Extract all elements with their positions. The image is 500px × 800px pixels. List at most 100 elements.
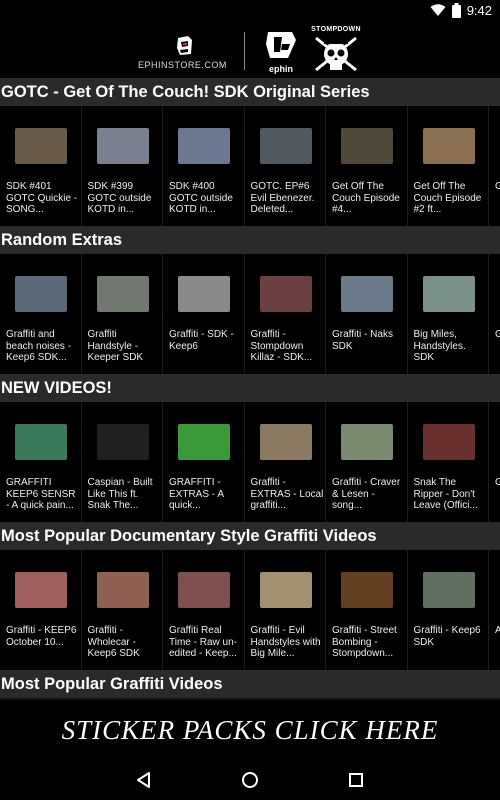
- video-thumbnail: [96, 424, 149, 460]
- video-row-gotc[interactable]: SDK #401 GOTC Quickie - SONG... SDK #399…: [0, 106, 500, 226]
- video-title: Graffiti - Craver & Lesen - song...: [332, 477, 401, 511]
- video-thumbnail: [15, 424, 67, 460]
- video-card[interactable]: SDK #400 GOTC outside KOTD in...: [163, 106, 245, 226]
- video-card[interactable]: Graffiti Real Time - Raw un-edited - Kee…: [163, 550, 245, 670]
- section-title-new-videos: NEW VIDEOS!: [0, 374, 500, 402]
- ephin-logo-text: ephin: [269, 64, 293, 74]
- video-title: Snak The Ripper - Don't Leave (Offici...: [413, 477, 478, 511]
- video-title: GRAFFITI - EXTRAS - A quick...: [169, 477, 224, 511]
- skull-icon: [315, 36, 357, 72]
- video-card[interactable]: G: [489, 254, 500, 374]
- video-title: Graffiti - EXTRAS - Local graffiti...: [250, 477, 324, 511]
- video-card[interactable]: Caspian - Built Like This ft. Snak The..…: [81, 402, 163, 522]
- ephinstore-logo[interactable]: EPHINSTORE.COM: [138, 32, 230, 72]
- video-card[interactable]: Big Miles, Handstyles. SDK: [407, 254, 489, 374]
- video-title: Graffiti - Stompdown Killaz - SDK...: [250, 329, 313, 363]
- video-card[interactable]: SDK #401 GOTC Quickie - SONG...: [0, 106, 82, 226]
- video-thumbnail: [178, 128, 230, 164]
- video-thumbnail: [341, 572, 393, 608]
- video-title: Caspian - Built Like This ft. Snak The..…: [87, 477, 153, 511]
- video-card[interactable]: Get Off The Couch Episode #4...: [326, 106, 408, 226]
- video-title: SDK #400 GOTC outside KOTD in...: [169, 181, 233, 215]
- video-thumbnail: [15, 276, 67, 312]
- video-title: G: [495, 477, 500, 488]
- sticker-packs-banner[interactable]: STICKER PACKS CLICK HERE: [0, 700, 500, 760]
- ephinstore-mark-icon: [177, 36, 192, 55]
- video-list[interactable]: GOTC - Get Of The Couch! SDK Original Se…: [0, 78, 500, 700]
- video-card[interactable]: Graffiti - Evil Handstyles with Big Mile…: [244, 550, 326, 670]
- video-title: Graffiti - Naks SDK: [332, 329, 393, 352]
- video-thumbnail: [422, 572, 475, 608]
- video-card[interactable]: Graffiti - SDK - Keep6: [163, 254, 245, 374]
- status-bar: 9:42: [0, 0, 500, 24]
- header-divider: [244, 32, 245, 70]
- video-card[interactable]: Graffiti and beach noises - Keep6 SDK...: [0, 254, 82, 374]
- video-title: A S: [495, 625, 500, 636]
- ephin-mark-icon: [266, 32, 296, 58]
- section-title-random-extras: Random Extras: [0, 226, 500, 254]
- video-card[interactable]: Graffiti Handstyle - Keeper SDK: [81, 254, 163, 374]
- video-card[interactable]: Graffiti - Craver & Lesen - song...: [326, 402, 408, 522]
- back-icon[interactable]: [134, 770, 154, 790]
- stompdown-logo[interactable]: STOMPDOWN: [310, 26, 362, 76]
- video-title: Graffiti - Wholecar - Keep6 SDK: [87, 625, 140, 659]
- video-thumbnail: [96, 128, 149, 164]
- video-card[interactable]: Graffiti - Street Bombing - Stompdown...: [326, 550, 408, 670]
- video-card[interactable]: GRAFFITI - EXTRAS - A quick...: [163, 402, 245, 522]
- status-time: 9:42: [466, 3, 492, 18]
- video-thumbnail: [341, 424, 393, 460]
- video-title: Graffiti - SDK - Keep6: [169, 329, 234, 352]
- video-title: SDK #401 GOTC Quickie - SONG...: [6, 181, 78, 215]
- video-card[interactable]: Graffiti - KEEP6 October 10...: [0, 550, 82, 670]
- navigation-bar: [0, 760, 500, 800]
- app-header: EPHINSTORE.COM ephin STOMPDOWN: [0, 24, 500, 78]
- video-card[interactable]: Graffiti - Wholecar - Keep6 SDK: [81, 550, 163, 670]
- video-thumbnail: [259, 424, 312, 460]
- video-card[interactable]: GOTC. EP#6 Evil Ebenezer. Deleted...: [244, 106, 326, 226]
- video-thumbnail: [341, 128, 393, 164]
- recents-icon[interactable]: [346, 770, 366, 790]
- video-thumbnail: [422, 424, 475, 460]
- battery-icon: [451, 3, 461, 18]
- ephin-logo[interactable]: ephin: [262, 30, 300, 74]
- section-title-gotc: GOTC - Get Of The Couch! SDK Original Se…: [0, 78, 500, 106]
- ephinstore-logo-text: EPHINSTORE.COM: [138, 60, 227, 70]
- video-card[interactable]: SDK #399 GOTC outside KOTD in...: [81, 106, 163, 226]
- video-title: Big Miles, Handstyles. SDK: [413, 329, 466, 363]
- video-title: G: [495, 181, 500, 192]
- home-icon[interactable]: [240, 770, 260, 790]
- video-title: Graffiti and beach noises - Keep6 SDK...: [6, 329, 72, 363]
- video-thumbnail: [96, 276, 149, 312]
- video-card[interactable]: G: [489, 106, 500, 226]
- video-thumbnail: [259, 128, 312, 164]
- video-row-documentary[interactable]: Graffiti - KEEP6 October 10... Graffiti …: [0, 550, 500, 670]
- video-card[interactable]: Graffiti - EXTRAS - Local graffiti...: [244, 402, 326, 522]
- video-title: Graffiti - Keep6 SDK: [413, 625, 481, 648]
- video-thumbnail: [259, 572, 312, 608]
- video-row-random-extras[interactable]: Graffiti and beach noises - Keep6 SDK...…: [0, 254, 500, 374]
- video-thumbnail: [422, 128, 475, 164]
- video-card[interactable]: A S: [489, 550, 500, 670]
- video-card[interactable]: Snak The Ripper - Don't Leave (Offici...: [407, 402, 489, 522]
- video-card[interactable]: Get Off The Couch Episode #2 ft...: [407, 106, 489, 226]
- video-card[interactable]: G: [489, 402, 500, 522]
- sticker-packs-label: STICKER PACKS CLICK HERE: [61, 714, 439, 745]
- status-icons: 9:42: [430, 3, 492, 18]
- video-title: Graffiti - Street Bombing - Stompdown...: [332, 625, 397, 659]
- video-title: Graffiti Handstyle - Keeper SDK: [87, 329, 144, 363]
- video-thumbnail: [259, 276, 312, 312]
- video-title: Get Off The Couch Episode #4...: [332, 181, 400, 215]
- section-title-documentary: Most Popular Documentary Style Graffiti …: [0, 522, 500, 550]
- video-thumbnail: [15, 128, 67, 164]
- video-card[interactable]: GRAFFITI KEEP6 SENSR - A quick pain...: [0, 402, 82, 522]
- video-title: G: [495, 329, 500, 340]
- video-row-new-videos[interactable]: GRAFFITI KEEP6 SENSR - A quick pain... C…: [0, 402, 500, 522]
- video-thumbnail: [178, 572, 230, 608]
- video-card[interactable]: Graffiti - Naks SDK: [326, 254, 408, 374]
- video-card[interactable]: Graffiti - Keep6 SDK: [407, 550, 489, 670]
- video-card[interactable]: Graffiti - Stompdown Killaz - SDK...: [244, 254, 326, 374]
- stompdown-logo-text: STOMPDOWN: [311, 26, 361, 33]
- video-title: GRAFFITI KEEP6 SENSR - A quick pain...: [6, 477, 76, 511]
- video-thumbnail: [178, 276, 230, 312]
- video-title: GOTC. EP#6 Evil Ebenezer. Deleted...: [250, 181, 315, 215]
